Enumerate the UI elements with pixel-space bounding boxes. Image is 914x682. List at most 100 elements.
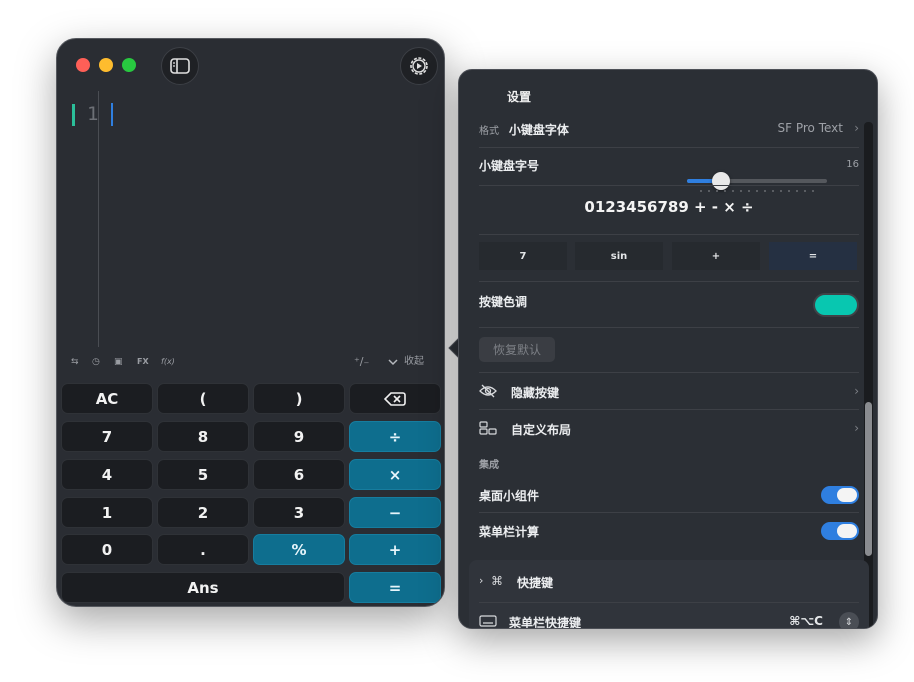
decimal-key[interactable]: .: [157, 534, 249, 565]
preview-key-plus: +: [672, 242, 760, 270]
chevron-right-icon: ›: [854, 421, 859, 435]
divider: [479, 327, 859, 328]
backspace-key[interactable]: [349, 383, 441, 414]
desktop-widget-label: 桌面小组件: [479, 489, 540, 503]
menubar-shortcut-keys[interactable]: ⌘⌥C: [789, 614, 823, 628]
scrollbar-thumb[interactable]: [865, 402, 872, 556]
keypad-size-row: 小键盘字号 16: [479, 154, 859, 198]
keypad-preview-digits: 0123456789 + - × ÷: [584, 198, 754, 216]
keypad-font-row[interactable]: 格式 小键盘字体 SF Pro Text ›: [479, 121, 859, 139]
memory-icon[interactable]: ▣: [114, 355, 123, 369]
editor-gutter-divider: [98, 91, 99, 347]
collapse-label: 收起: [404, 356, 424, 367]
disclosure-chevron-icon: ›: [479, 574, 484, 587]
divider: [479, 602, 859, 603]
swap-icon[interactable]: ⇆: [71, 355, 79, 369]
editor-toolbar: ⇆ ◷ ▣ FX f(x) ⁺∕₋ 收起: [57, 353, 444, 373]
ans-key[interactable]: Ans: [61, 572, 345, 603]
zoom-window-button[interactable]: [122, 58, 136, 72]
keypad-font-value: SF Pro Text: [777, 121, 843, 135]
preview-key-equals: =: [769, 242, 857, 270]
divider: [479, 234, 859, 235]
command-icon: ⌘: [491, 574, 503, 588]
one-key[interactable]: 1: [61, 497, 153, 528]
gear-icon: [410, 57, 428, 75]
settings-title: 设置: [507, 90, 532, 104]
menubar-calc-toggle[interactable]: [821, 522, 859, 540]
divider: [479, 185, 859, 186]
layout-grid-icon: [479, 421, 497, 435]
sidebar-toggle-button[interactable]: [161, 47, 199, 85]
desktop-widget-toggle[interactable]: [821, 486, 859, 504]
hide-keys-label: 隐藏按键: [511, 386, 560, 400]
two-key[interactable]: 2: [157, 497, 249, 528]
preview-key-seven: 7: [479, 242, 567, 270]
close-window-button[interactable]: [76, 58, 90, 72]
function-button[interactable]: f(x): [161, 355, 175, 369]
three-key[interactable]: 3: [253, 497, 345, 528]
current-line-marker: [72, 104, 75, 126]
eye-slash-icon: [479, 384, 497, 398]
slider-ticks: [697, 190, 817, 192]
close-paren-key[interactable]: ): [253, 383, 345, 414]
minimize-window-button[interactable]: [99, 58, 113, 72]
shortcuts-row[interactable]: › ⌘ 快捷键: [479, 572, 859, 592]
desktop-widget-row: 桌面小组件: [479, 485, 859, 505]
integration-section-header: 集成: [479, 460, 499, 471]
chevron-down-icon: [388, 359, 398, 366]
chevron-right-icon: ›: [854, 121, 859, 135]
backspace-icon: [384, 391, 406, 406]
format-label: 格式: [479, 126, 499, 137]
sidebar-icon: [170, 58, 190, 74]
up-down-chevron-icon: ⇕: [844, 616, 854, 628]
fx-button[interactable]: FX: [137, 355, 149, 369]
key-tint-label: 按键色调: [479, 295, 528, 309]
divide-key[interactable]: ÷: [349, 421, 441, 452]
sign-toggle-button[interactable]: ⁺∕₋: [354, 355, 369, 369]
divider: [479, 281, 859, 282]
five-key[interactable]: 5: [157, 459, 249, 490]
keyboard-icon: [479, 615, 497, 627]
slider-knob[interactable]: [711, 172, 730, 190]
divider: [479, 147, 859, 148]
key-tint-color-well[interactable]: [813, 293, 859, 317]
chevron-right-icon: ›: [854, 384, 859, 398]
minus-key[interactable]: −: [349, 497, 441, 528]
multiply-key[interactable]: ×: [349, 459, 441, 490]
divider: [479, 372, 859, 373]
history-icon[interactable]: ◷: [92, 355, 100, 369]
input-caret[interactable]: [111, 103, 113, 126]
collapse-keypad-button[interactable]: 收起: [388, 355, 424, 369]
custom-layout-label: 自定义布局: [511, 423, 572, 437]
keypad-size-label: 小键盘字号: [479, 159, 540, 173]
divider: [479, 409, 859, 410]
equals-key[interactable]: =: [349, 572, 441, 603]
open-paren-key[interactable]: (: [157, 383, 249, 414]
preview-key-sin: sin: [575, 242, 663, 270]
clear-key[interactable]: AC: [61, 383, 153, 414]
shortcuts-label: 快捷键: [517, 576, 554, 590]
menubar-calc-label: 菜单栏计算: [479, 525, 540, 539]
percent-key[interactable]: %: [253, 534, 345, 565]
shortcut-stepper[interactable]: ⇕: [839, 612, 859, 628]
custom-layout-row[interactable]: 自定义布局 ›: [479, 419, 859, 439]
nine-key[interactable]: 9: [253, 421, 345, 452]
keypad-size-value: 16: [846, 159, 859, 170]
hide-keys-row[interactable]: 隐藏按键 ›: [479, 382, 859, 402]
settings-popover: 设置 格式 小键盘字体 SF Pro Text › 小键盘字号 16 01234…: [458, 69, 878, 629]
menubar-shortcut-row: 菜单栏快捷键 ⌘⌥C ⇕: [479, 612, 859, 629]
zero-key[interactable]: 0: [61, 534, 153, 565]
menubar-shortcut-label: 菜单栏快捷键: [509, 616, 582, 629]
plus-key[interactable]: +: [349, 534, 441, 565]
seven-key[interactable]: 7: [61, 421, 153, 452]
settings-button[interactable]: [400, 47, 438, 85]
six-key[interactable]: 6: [253, 459, 345, 490]
eight-key[interactable]: 8: [157, 421, 249, 452]
line-number: 1: [87, 103, 99, 125]
menubar-calc-row: 菜单栏计算: [479, 521, 859, 541]
calculator-window: 1 ⇆ ◷ ▣ FX f(x) ⁺∕₋ 收起 AC ( ) 7 8 9 ÷ 4: [56, 38, 445, 607]
keypad-font-label: 小键盘字体: [508, 123, 569, 137]
reset-defaults-button[interactable]: 恢复默认: [479, 337, 555, 362]
keypad-size-slider[interactable]: [687, 172, 827, 190]
four-key[interactable]: 4: [61, 459, 153, 490]
